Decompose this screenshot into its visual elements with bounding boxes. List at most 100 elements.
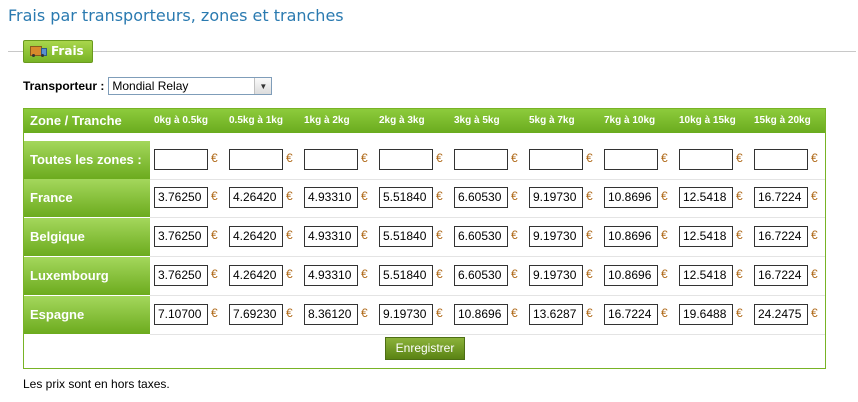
- euro-symbol: €: [211, 267, 218, 281]
- euro-symbol: €: [511, 267, 518, 281]
- euro-symbol: €: [286, 306, 293, 320]
- price-input[interactable]: 4.93310: [304, 187, 358, 208]
- price-input[interactable]: [604, 149, 658, 170]
- price-input[interactable]: 7.10700: [154, 304, 208, 325]
- price-input[interactable]: 7.69230: [229, 304, 283, 325]
- euro-symbol: €: [211, 306, 218, 320]
- price-input[interactable]: [379, 149, 433, 170]
- euro-symbol: €: [736, 267, 743, 281]
- euro-symbol: €: [736, 151, 743, 165]
- row-divider: [150, 217, 825, 218]
- save-button[interactable]: Enregistrer: [385, 337, 465, 360]
- euro-symbol: €: [361, 151, 368, 165]
- fieldset-border: [8, 51, 856, 52]
- euro-symbol: €: [736, 228, 743, 242]
- price-input[interactable]: [754, 149, 808, 170]
- price-input[interactable]: 5.51840: [379, 187, 433, 208]
- table-header-row: Zone / Tranche 0kg à 0.5kg 0.5kg à 1kg 1kg…: [24, 109, 825, 133]
- price-input[interactable]: 6.60530: [454, 226, 508, 247]
- carrier-label: Transporteur :: [23, 79, 105, 93]
- price-input[interactable]: 10.8696: [604, 226, 658, 247]
- euro-symbol: €: [661, 267, 668, 281]
- euro-symbol: €: [286, 267, 293, 281]
- price-input[interactable]: 5.51840: [379, 226, 433, 247]
- euro-symbol: €: [511, 189, 518, 203]
- price-input[interactable]: 10.8696: [604, 265, 658, 286]
- euro-symbol: €: [436, 267, 443, 281]
- price-input[interactable]: [154, 149, 208, 170]
- euro-symbol: €: [661, 151, 668, 165]
- price-input[interactable]: 8.36120: [304, 304, 358, 325]
- price-input[interactable]: 10.8696: [454, 304, 508, 325]
- row-divider: [150, 334, 825, 335]
- bracket-header: 2kg à 3kg: [379, 115, 425, 126]
- price-input[interactable]: 4.26420: [229, 187, 283, 208]
- price-input[interactable]: 12.5418: [679, 187, 733, 208]
- euro-symbol: €: [661, 189, 668, 203]
- price-input[interactable]: 16.7224: [754, 265, 808, 286]
- carrier-select[interactable]: Mondial Relay ▼: [108, 77, 273, 95]
- price-input[interactable]: [229, 149, 283, 170]
- bracket-header: 3kg à 5kg: [454, 115, 500, 126]
- euro-symbol: €: [436, 151, 443, 165]
- price-input[interactable]: 4.93310: [304, 265, 358, 286]
- price-input[interactable]: 3.76250: [154, 187, 208, 208]
- price-input[interactable]: 9.19730: [529, 265, 583, 286]
- euro-symbol: €: [661, 228, 668, 242]
- euro-symbol: €: [286, 151, 293, 165]
- price-input[interactable]: 16.7224: [604, 304, 658, 325]
- euro-symbol: €: [811, 189, 818, 203]
- price-input[interactable]: 6.60530: [454, 265, 508, 286]
- euro-symbol: €: [811, 267, 818, 281]
- bracket-header: 15kg à 20kg: [754, 115, 811, 126]
- price-input[interactable]: 12.5418: [679, 226, 733, 247]
- price-input[interactable]: 5.51840: [379, 265, 433, 286]
- truck-icon: [30, 46, 47, 57]
- carrier-select-value: Mondial Relay: [112, 79, 189, 93]
- euro-symbol: €: [511, 228, 518, 242]
- fees-legend: Frais: [23, 40, 93, 63]
- tax-footnote: Les prix sont en hors taxes.: [23, 377, 170, 391]
- price-input[interactable]: 6.60530: [454, 187, 508, 208]
- price-input[interactable]: 4.26420: [229, 226, 283, 247]
- price-input[interactable]: 3.76250: [154, 226, 208, 247]
- fees-table: Zone / Tranche 0kg à 0.5kg 0.5kg à 1kg 1kg…: [23, 108, 826, 369]
- euro-symbol: €: [436, 306, 443, 320]
- euro-symbol: €: [811, 306, 818, 320]
- price-input[interactable]: 3.76250: [154, 265, 208, 286]
- euro-symbol: €: [211, 151, 218, 165]
- price-input[interactable]: 24.2475: [754, 304, 808, 325]
- price-input[interactable]: 16.7224: [754, 226, 808, 247]
- price-input[interactable]: 9.19730: [529, 226, 583, 247]
- euro-symbol: €: [361, 306, 368, 320]
- bracket-header: 7kg à 10kg: [604, 115, 656, 126]
- chevron-down-icon[interactable]: ▼: [254, 78, 272, 94]
- price-input[interactable]: 9.19730: [529, 187, 583, 208]
- bracket-header: 10kg à 15kg: [679, 115, 736, 126]
- euro-symbol: €: [586, 267, 593, 281]
- price-input[interactable]: 4.93310: [304, 226, 358, 247]
- price-input[interactable]: [529, 149, 583, 170]
- price-input[interactable]: [304, 149, 358, 170]
- euro-symbol: €: [361, 228, 368, 242]
- euro-symbol: €: [736, 306, 743, 320]
- zone-label: Belgique: [24, 218, 150, 256]
- euro-symbol: €: [511, 151, 518, 165]
- carrier-row: Transporteur : Mondial Relay ▼: [23, 77, 273, 95]
- zone-label: Espagne: [24, 296, 150, 334]
- euro-symbol: €: [811, 228, 818, 242]
- price-input[interactable]: 12.5418: [679, 265, 733, 286]
- euro-symbol: €: [586, 151, 593, 165]
- row-divider: [150, 256, 825, 257]
- price-input[interactable]: 19.6488: [679, 304, 733, 325]
- euro-symbol: €: [586, 189, 593, 203]
- price-input[interactable]: 13.6287: [529, 304, 583, 325]
- price-input[interactable]: [679, 149, 733, 170]
- price-input[interactable]: [454, 149, 508, 170]
- price-input[interactable]: 9.19730: [379, 304, 433, 325]
- page-title: Frais par transporteurs, zones et tranch…: [8, 6, 344, 25]
- price-input[interactable]: 10.8696: [604, 187, 658, 208]
- price-input[interactable]: 16.7224: [754, 187, 808, 208]
- euro-symbol: €: [436, 228, 443, 242]
- price-input[interactable]: 4.26420: [229, 265, 283, 286]
